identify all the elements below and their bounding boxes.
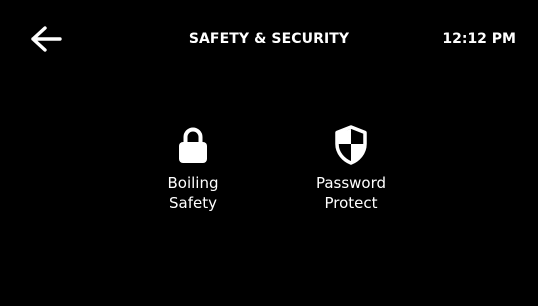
shield-icon: [331, 124, 371, 166]
boiling-safety-label: Boiling Safety: [167, 174, 219, 212]
clock-time: 12:12 PM: [442, 31, 516, 47]
top-bar: SAFETY & SECURITY 12:12 PM: [0, 0, 538, 80]
lock-icon: [173, 124, 213, 166]
password-protect-label: Password Protect: [315, 174, 387, 212]
boiling-safety-tile[interactable]: Boiling Safety: [128, 124, 258, 213]
password-protect-tile[interactable]: Password Protect: [286, 124, 416, 213]
